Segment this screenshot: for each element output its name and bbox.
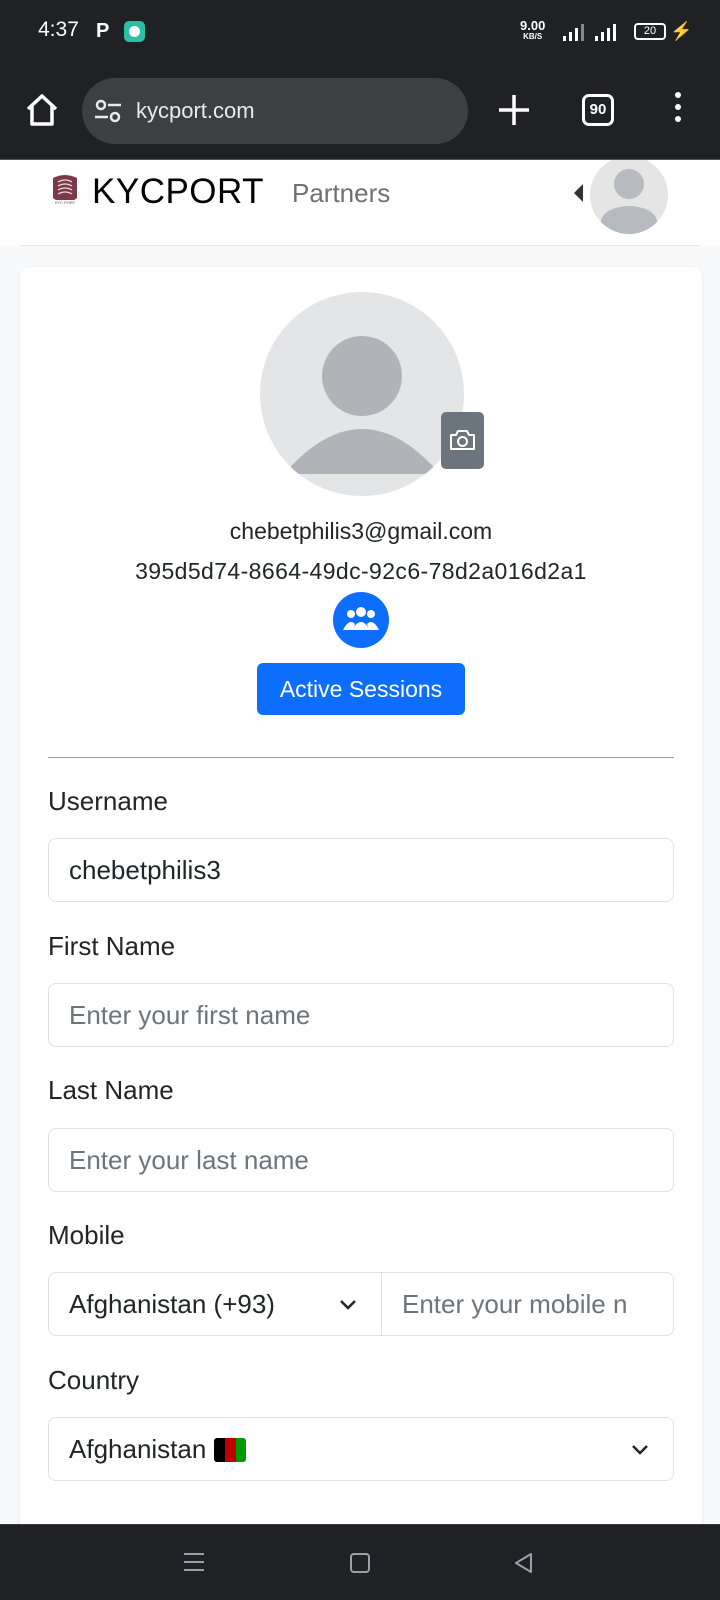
page-content: KYC PORT KYCPORT Partners chebetphilis3@ xyxy=(0,160,720,1524)
username-input[interactable]: chebetphilis3 xyxy=(48,838,674,902)
address-bar[interactable]: kycport.com xyxy=(82,78,468,144)
browser-toolbar: kycport.com 90 xyxy=(0,64,720,160)
team-icon xyxy=(343,607,379,630)
more-vert-icon[interactable] xyxy=(672,92,684,128)
chevron-down-icon xyxy=(632,1445,648,1455)
flag-afghanistan-icon xyxy=(214,1438,247,1462)
mobile-country-code-select[interactable]: Afghanistan (+93) xyxy=(48,1272,382,1336)
status-bar: 4:37 P 9.00 KB/S 20 ⚡ xyxy=(0,0,720,64)
charging-icon: ⚡ xyxy=(670,21,693,41)
notification-app-icon xyxy=(124,21,145,42)
user-silhouette-icon xyxy=(601,169,657,234)
username-label: Username xyxy=(48,786,168,816)
plus-icon[interactable] xyxy=(496,92,532,128)
nav-link-partners[interactable]: Partners xyxy=(292,178,390,209)
caret-left-icon[interactable] xyxy=(574,184,583,202)
mobile-country-code-value: Afghanistan (+93) xyxy=(69,1289,275,1319)
country-select[interactable]: Afghanistan xyxy=(48,1417,674,1481)
profile-card: chebetphilis3@gmail.com 395d5d74-8664-49… xyxy=(20,267,702,1524)
first-name-input[interactable]: Enter your first name xyxy=(48,983,674,1047)
camera-icon xyxy=(450,430,475,450)
menu-nav-icon[interactable] xyxy=(182,1551,206,1573)
country-value: Afghanistan xyxy=(69,1434,207,1464)
url-text[interactable]: kycport.com xyxy=(136,98,255,124)
tabs-icon[interactable]: 90 xyxy=(582,94,614,126)
first-name-label: First Name xyxy=(48,931,176,961)
back-nav-icon[interactable] xyxy=(512,1551,534,1575)
user-id: 395d5d74-8664-49dc-92c6-78d2a016d2a1 xyxy=(135,558,587,584)
site-settings-icon[interactable] xyxy=(94,98,122,124)
team-button[interactable] xyxy=(333,592,389,648)
status-time: 4:37 xyxy=(38,18,79,41)
mobile-label: Mobile xyxy=(48,1220,125,1250)
last-name-label: Last Name xyxy=(48,1075,174,1105)
network-speed: 9.00 KB/S xyxy=(520,18,546,41)
user-silhouette-icon xyxy=(284,336,440,474)
active-sessions-button[interactable]: Active Sessions xyxy=(257,663,465,715)
system-nav-bar xyxy=(0,1524,720,1600)
home-icon[interactable] xyxy=(22,90,62,130)
kycport-logo-icon[interactable]: KYC PORT xyxy=(50,174,80,212)
nav-divider xyxy=(20,245,700,246)
battery-icon: 20 xyxy=(634,23,666,40)
user-email: chebetphilis3@gmail.com xyxy=(229,518,493,544)
notification-p-icon: P xyxy=(96,20,110,42)
last-name-input[interactable]: Enter your last name xyxy=(48,1128,674,1192)
home-nav-icon[interactable] xyxy=(349,1552,371,1574)
profile-avatar xyxy=(260,292,464,496)
svg-text:KYC PORT: KYC PORT xyxy=(55,200,76,205)
nav-avatar[interactable] xyxy=(590,160,668,234)
mobile-number-input[interactable]: Enter your mobile n xyxy=(381,1272,674,1336)
section-divider xyxy=(48,757,674,758)
signal-1-icon xyxy=(563,24,584,41)
country-label: Country xyxy=(48,1365,140,1395)
change-photo-button[interactable] xyxy=(441,412,484,469)
site-navbar: KYC PORT KYCPORT Partners xyxy=(0,160,720,246)
signal-2-icon xyxy=(595,24,616,41)
brand-name[interactable]: KYCPORT xyxy=(92,172,264,212)
chevron-down-icon xyxy=(340,1300,356,1310)
